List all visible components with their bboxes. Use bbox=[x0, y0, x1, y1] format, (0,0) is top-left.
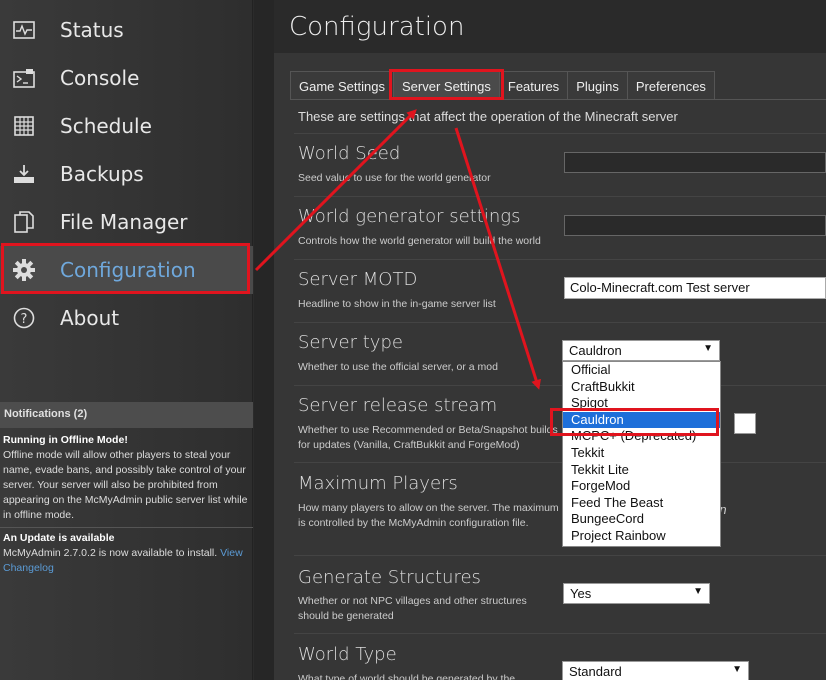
setting-title: Server release stream bbox=[298, 395, 498, 416]
setting-title: World generator settings bbox=[298, 206, 521, 227]
setting-title: Server type bbox=[298, 332, 403, 353]
sidebar-item-label: About bbox=[60, 306, 120, 330]
setting-title: Maximum Players bbox=[298, 473, 458, 494]
setting-world-seed: World Seed Seed value to use for the wor… bbox=[294, 133, 826, 196]
sidebar-item-label: Status bbox=[60, 18, 124, 42]
setting-title: World Seed bbox=[298, 143, 401, 164]
main-panel: Configuration Game Settings Server Setti… bbox=[274, 0, 826, 680]
sidebar-item-label: Backups bbox=[60, 162, 144, 186]
option-tekkit[interactable]: Tekkit bbox=[563, 445, 720, 462]
sidebar-item-backups[interactable]: Backups bbox=[0, 150, 253, 198]
server-type-value: Cauldron bbox=[569, 343, 622, 358]
gear-icon bbox=[12, 258, 36, 282]
option-project-rainbow[interactable]: Project Rainbow bbox=[563, 528, 720, 545]
tab-preferences[interactable]: Preferences bbox=[626, 71, 715, 100]
setting-server-motd: Server MOTD Headline to show in the in-g… bbox=[294, 259, 826, 322]
option-cauldron[interactable]: Cauldron bbox=[563, 411, 720, 429]
help-circle-icon: ? bbox=[12, 306, 36, 330]
option-bungeecord[interactable]: BungeeCord bbox=[563, 511, 720, 528]
sidebar-item-file-manager[interactable]: File Manager bbox=[0, 198, 253, 246]
setting-server-type: Server type Whether to use the official … bbox=[294, 322, 826, 385]
notification-offline-mode: Running in Offline Mode! Offline mode wi… bbox=[3, 433, 249, 523]
generate-structures-select[interactable]: Yes ▼ bbox=[563, 583, 710, 604]
status-monitor-icon bbox=[12, 18, 36, 42]
release-stream-select[interactable] bbox=[734, 413, 756, 434]
setting-desc: Whether or not NPC villages and other st… bbox=[298, 595, 527, 622]
sidebar: Status Console Schedule Backups File Man… bbox=[0, 0, 253, 680]
option-tekkit-lite[interactable]: Tekkit Lite bbox=[563, 462, 720, 479]
sidebar-item-label: File Manager bbox=[60, 210, 188, 234]
setting-desc: What type of world should be generated b… bbox=[298, 673, 516, 680]
option-forgemod[interactable]: ForgeMod bbox=[563, 478, 720, 495]
setting-world-generator: World generator settings Controls how th… bbox=[294, 196, 826, 259]
schedule-icon bbox=[12, 114, 36, 138]
setting-generate-structures: Generate Structures Whether or not NPC v… bbox=[294, 555, 826, 633]
backups-download-icon bbox=[12, 162, 36, 186]
setting-title: Server MOTD bbox=[298, 269, 418, 290]
world-generator-input[interactable] bbox=[564, 215, 826, 236]
sidebar-item-label: Console bbox=[60, 66, 140, 90]
file-manager-icon bbox=[12, 210, 36, 234]
chevron-down-icon: ▼ bbox=[732, 664, 742, 675]
setting-release-stream: Server release stream Whether to use Rec… bbox=[294, 385, 826, 462]
setting-maximum-players: Maximum Players How many players to allo… bbox=[294, 462, 826, 555]
tab-features[interactable]: Features bbox=[498, 71, 569, 100]
console-icon bbox=[12, 66, 36, 90]
option-official[interactable]: Official bbox=[563, 362, 720, 379]
sidebar-item-about[interactable]: ? About bbox=[0, 294, 253, 342]
svg-text:?: ? bbox=[21, 312, 28, 327]
sidebar-item-console[interactable]: Console bbox=[0, 54, 253, 102]
setting-title: World Type bbox=[298, 644, 397, 665]
page-title: Configuration bbox=[289, 12, 465, 42]
tab-game-settings[interactable]: Game Settings bbox=[290, 71, 394, 100]
notification-divider bbox=[0, 527, 253, 528]
notification-title: An Update is available bbox=[3, 532, 115, 544]
option-feed-the-beast[interactable]: Feed The Beast bbox=[563, 495, 720, 512]
notification-body: Offline mode will allow other players to… bbox=[3, 449, 248, 521]
setting-desc: Headline to show in the in-game server l… bbox=[298, 298, 496, 310]
setting-desc: Whether to use the official server, or a… bbox=[298, 361, 498, 373]
setting-title: Generate Structures bbox=[298, 567, 481, 588]
server-motd-input[interactable]: Colo-Minecraft.com Test server bbox=[564, 277, 826, 299]
settings-intro: These are settings that affect the opera… bbox=[298, 109, 678, 124]
generate-structures-value: Yes bbox=[570, 586, 592, 601]
notification-update: An Update is available McMyAdmin 2.7.0.2… bbox=[3, 531, 249, 576]
setting-world-type: World Type What type of world should be … bbox=[294, 633, 826, 680]
sidebar-item-label: Configuration bbox=[60, 258, 196, 282]
notification-body: McMyAdmin 2.7.0.2 is now available to in… bbox=[3, 547, 218, 559]
option-mcpc-plus[interactable]: MCPC+ (Deprecated) bbox=[563, 428, 720, 445]
tab-underline bbox=[290, 99, 826, 100]
setting-desc: Controls how the world generator will bu… bbox=[298, 235, 541, 247]
world-type-select[interactable]: Standard ▼ bbox=[562, 661, 749, 680]
server-type-dropdown-list[interactable]: Official CraftBukkit Spigot Cauldron MCP… bbox=[562, 361, 721, 547]
notification-title: Running in Offline Mode! bbox=[3, 434, 128, 446]
notifications-header: Notifications (2) bbox=[0, 402, 253, 428]
server-type-select[interactable]: Cauldron ▼ bbox=[562, 340, 720, 361]
option-craftbukkit[interactable]: CraftBukkit bbox=[563, 379, 720, 396]
chevron-down-icon: ▼ bbox=[693, 586, 703, 597]
sidebar-item-schedule[interactable]: Schedule bbox=[0, 102, 253, 150]
tab-plugins[interactable]: Plugins bbox=[567, 71, 628, 100]
tab-server-settings[interactable]: Server Settings bbox=[393, 71, 500, 100]
world-type-value: Standard bbox=[569, 664, 622, 679]
setting-desc: Seed value to use for the world generato… bbox=[298, 172, 491, 184]
gutter bbox=[254, 0, 274, 680]
chevron-down-icon: ▼ bbox=[703, 343, 713, 354]
setting-desc: How many players to allow on the server.… bbox=[298, 502, 559, 529]
sidebar-item-status[interactable]: Status bbox=[0, 6, 253, 54]
sidebar-item-configuration[interactable]: Configuration bbox=[0, 246, 253, 294]
sidebar-item-label: Schedule bbox=[60, 114, 152, 138]
world-seed-input[interactable] bbox=[564, 152, 826, 173]
option-spigot[interactable]: Spigot bbox=[563, 395, 720, 412]
setting-desc: Whether to use Recommended or Beta/Snaps… bbox=[298, 424, 558, 451]
tab-bar: Game Settings Server Settings Features P… bbox=[290, 71, 715, 100]
title-bar: Configuration bbox=[274, 0, 826, 53]
